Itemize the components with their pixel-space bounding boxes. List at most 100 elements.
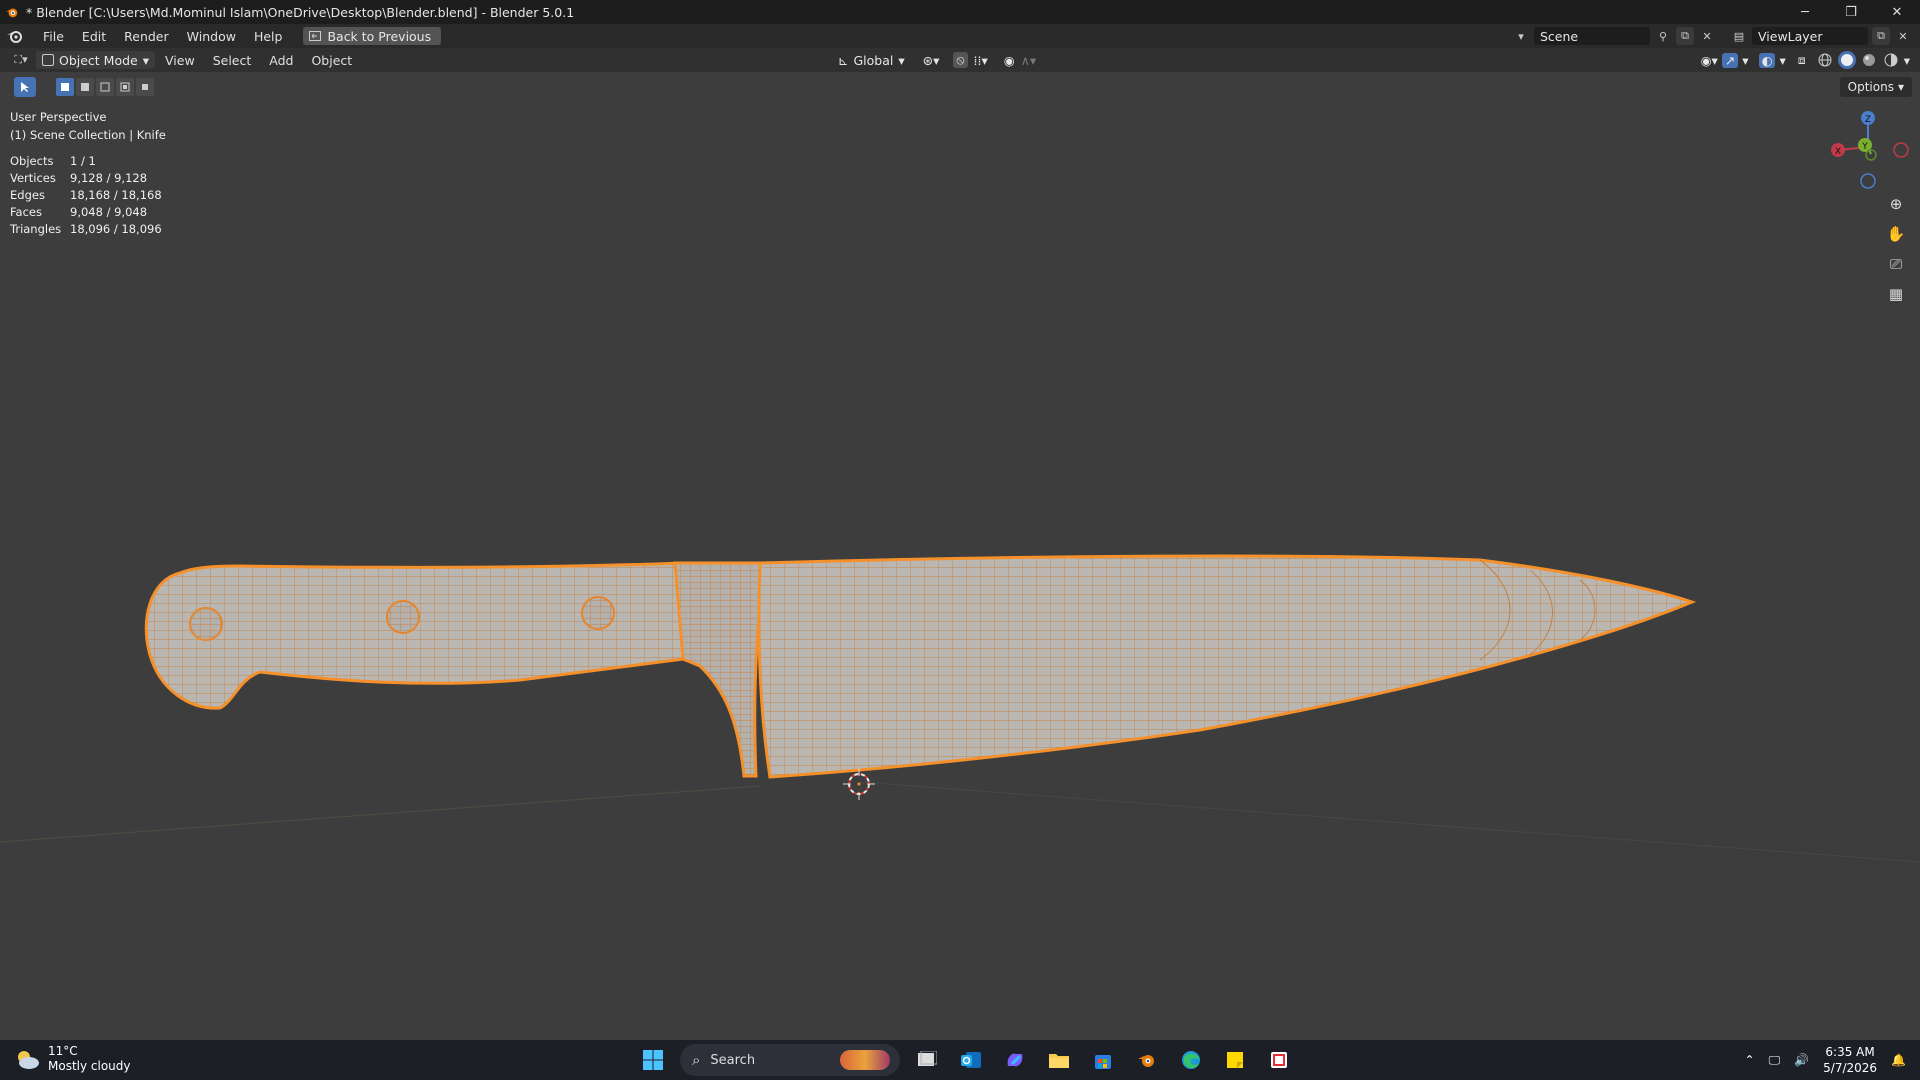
svg-text:Y: Y xyxy=(1861,142,1868,152)
visibility-eye-icon[interactable]: ◉▾ xyxy=(1701,53,1718,68)
blender-taskbar-icon[interactable] xyxy=(1130,1044,1164,1076)
close-button[interactable]: ✕ xyxy=(1874,0,1920,24)
delete-scene-icon[interactable]: ✕ xyxy=(1698,27,1716,45)
pin-scene-icon[interactable]: ⚲ xyxy=(1654,27,1672,45)
gizmo-neg-x[interactable] xyxy=(1893,142,1909,158)
menu-help[interactable]: Help xyxy=(245,29,292,44)
task-view-icon[interactable] xyxy=(910,1044,944,1076)
overlay-toggle-icon[interactable]: ◐ xyxy=(1758,52,1776,68)
back-to-previous-label: Back to Previous xyxy=(327,28,432,44)
back-to-previous-button[interactable]: Back to Previous xyxy=(303,27,442,45)
select-extend-icon[interactable] xyxy=(76,78,94,96)
maximize-button[interactable]: ❐ xyxy=(1828,0,1874,24)
show-hidden-icons-icon[interactable]: ⌃ xyxy=(1745,1053,1755,1067)
transform-orientation-dropdown[interactable]: ⊾ Global ▾ xyxy=(838,53,905,68)
pan-hand-icon[interactable]: ✋ xyxy=(1884,222,1908,246)
select-subtract-icon[interactable] xyxy=(96,78,114,96)
search-highlight-icon xyxy=(840,1050,890,1070)
menu-add[interactable]: Add xyxy=(261,53,301,68)
taskbar-clock[interactable]: 6:35 AM 5/7/2026 xyxy=(1823,1044,1877,1076)
menu-file[interactable]: File xyxy=(34,29,73,44)
select-new-icon[interactable] xyxy=(56,78,74,96)
scene-browse-icon[interactable]: ▾ xyxy=(1512,27,1530,45)
material-preview-icon[interactable] xyxy=(1860,51,1878,69)
svg-text:Z: Z xyxy=(1865,115,1871,125)
new-view-layer-icon[interactable]: ⧉ xyxy=(1872,27,1890,45)
search-icon: ⌕ xyxy=(692,1051,701,1069)
gizmo-toggle-icon[interactable]: ↗ xyxy=(1721,52,1739,68)
mode-label: Object Mode xyxy=(59,52,138,68)
floor-grid-line xyxy=(859,781,1920,863)
floor-grid-line xyxy=(0,785,761,843)
sticky-notes-icon[interactable] xyxy=(1218,1044,1252,1076)
view-layer-field[interactable]: ViewLayer xyxy=(1752,27,1868,45)
select-invert-icon[interactable] xyxy=(116,78,134,96)
edge-browser-icon[interactable] xyxy=(1174,1044,1208,1076)
zoom-icon[interactable]: ⊕ xyxy=(1884,192,1908,216)
cloudy-weather-icon xyxy=(18,1051,39,1069)
top-menu-bar: File Edit Render Window Help Back to Pre… xyxy=(0,24,1920,48)
minimize-button[interactable]: ─ xyxy=(1782,0,1828,24)
scene-name-field[interactable]: Scene xyxy=(1534,27,1650,45)
mode-selector[interactable]: Object Mode ▾ xyxy=(36,51,156,69)
perspective-toggle-icon[interactable]: ▦ xyxy=(1884,282,1908,306)
snap-target-icon[interactable]: ⁞⁞▾ xyxy=(974,53,988,68)
menu-render[interactable]: Render xyxy=(115,29,178,44)
start-windows-icon[interactable] xyxy=(636,1044,670,1076)
stat-row: Edges 18,168 / 18,168 xyxy=(10,188,162,202)
navigation-gizmo[interactable]: Z Y X xyxy=(1816,104,1916,204)
pivot-point-icon[interactable]: ⊛▾ xyxy=(923,53,940,68)
orientation-axes-icon: ⊾ xyxy=(838,52,849,68)
handle-rivet xyxy=(189,607,223,641)
editor-type-icon[interactable]: ⛶▾ xyxy=(8,51,34,69)
collection-label: (1) Scene Collection | Knife xyxy=(10,128,166,142)
menu-edit[interactable]: Edit xyxy=(73,29,115,44)
falloff-icon[interactable]: ∧▾ xyxy=(1021,53,1036,68)
menu-object[interactable]: Object xyxy=(303,53,360,68)
3d-viewport[interactable] xyxy=(0,102,1920,1040)
proportional-editing-icon[interactable]: ◉ xyxy=(1004,53,1015,68)
chevron-down-icon[interactable]: ▾ xyxy=(1742,53,1748,68)
menu-view[interactable]: View xyxy=(157,53,203,68)
taskbar-search-box[interactable]: ⌕ Search xyxy=(680,1044,900,1076)
knife-bolster[interactable] xyxy=(673,561,767,778)
outlook-icon[interactable] xyxy=(954,1044,988,1076)
volume-icon[interactable]: 🔊 xyxy=(1794,1053,1809,1067)
blender-menu-icon[interactable] xyxy=(6,28,24,44)
solid-shading-icon[interactable] xyxy=(1837,51,1856,69)
copilot-icon[interactable] xyxy=(998,1044,1032,1076)
chevron-down-icon: ▾ xyxy=(142,52,150,68)
object-mode-icon xyxy=(42,54,54,66)
viewport-header: ⛶▾ Object Mode ▾ View Select Add Object … xyxy=(0,48,1920,72)
camera-view-icon[interactable]: ⎚ xyxy=(1884,252,1908,276)
notification-bell-icon[interactable]: 🔔 xyxy=(1891,1053,1906,1067)
new-scene-icon[interactable]: ⧉ xyxy=(1676,27,1694,45)
menu-select[interactable]: Select xyxy=(205,53,260,68)
xray-toggle-icon[interactable]: ⧈ xyxy=(1798,52,1806,68)
window-title-bar: * Blender [C:\Users\Md.Mominul Islam\One… xyxy=(0,0,1920,24)
options-dropdown[interactable]: Options ▾ xyxy=(1839,77,1912,97)
menu-window[interactable]: Window xyxy=(178,29,245,44)
stat-row: Objects 1 / 1 xyxy=(10,154,96,168)
network-icon[interactable]: 🖵 xyxy=(1769,1053,1781,1068)
chevron-down-icon[interactable]: ▾ xyxy=(1779,53,1785,68)
select-intersect-icon[interactable] xyxy=(136,78,154,96)
gizmo-neg-z[interactable] xyxy=(1860,173,1876,189)
view-layer-browse-icon[interactable]: ▤ xyxy=(1730,27,1748,45)
clock-date: 5/7/2026 xyxy=(1823,1061,1878,1075)
snipping-tool-icon[interactable] xyxy=(1262,1044,1296,1076)
scene-name: Scene xyxy=(1540,28,1579,44)
knife-blade[interactable] xyxy=(757,554,1697,779)
delete-view-layer-icon[interactable]: ✕ xyxy=(1894,27,1912,45)
3d-cursor[interactable] xyxy=(843,768,875,800)
microsoft-store-icon[interactable] xyxy=(1086,1044,1120,1076)
chevron-down-icon[interactable]: ▾ xyxy=(1904,53,1910,68)
knife-handle[interactable] xyxy=(144,561,685,710)
knife-object[interactable] xyxy=(144,554,1697,779)
rendered-shading-icon[interactable] xyxy=(1882,51,1900,69)
wireframe-shading-icon[interactable] xyxy=(1816,51,1834,69)
snap-toggle-icon[interactable]: ⦸ xyxy=(953,52,968,68)
select-tool-icon[interactable] xyxy=(14,77,36,97)
file-explorer-icon[interactable] xyxy=(1042,1044,1076,1076)
weather-widget[interactable]: 11°C Mostly cloudy xyxy=(14,1044,131,1074)
